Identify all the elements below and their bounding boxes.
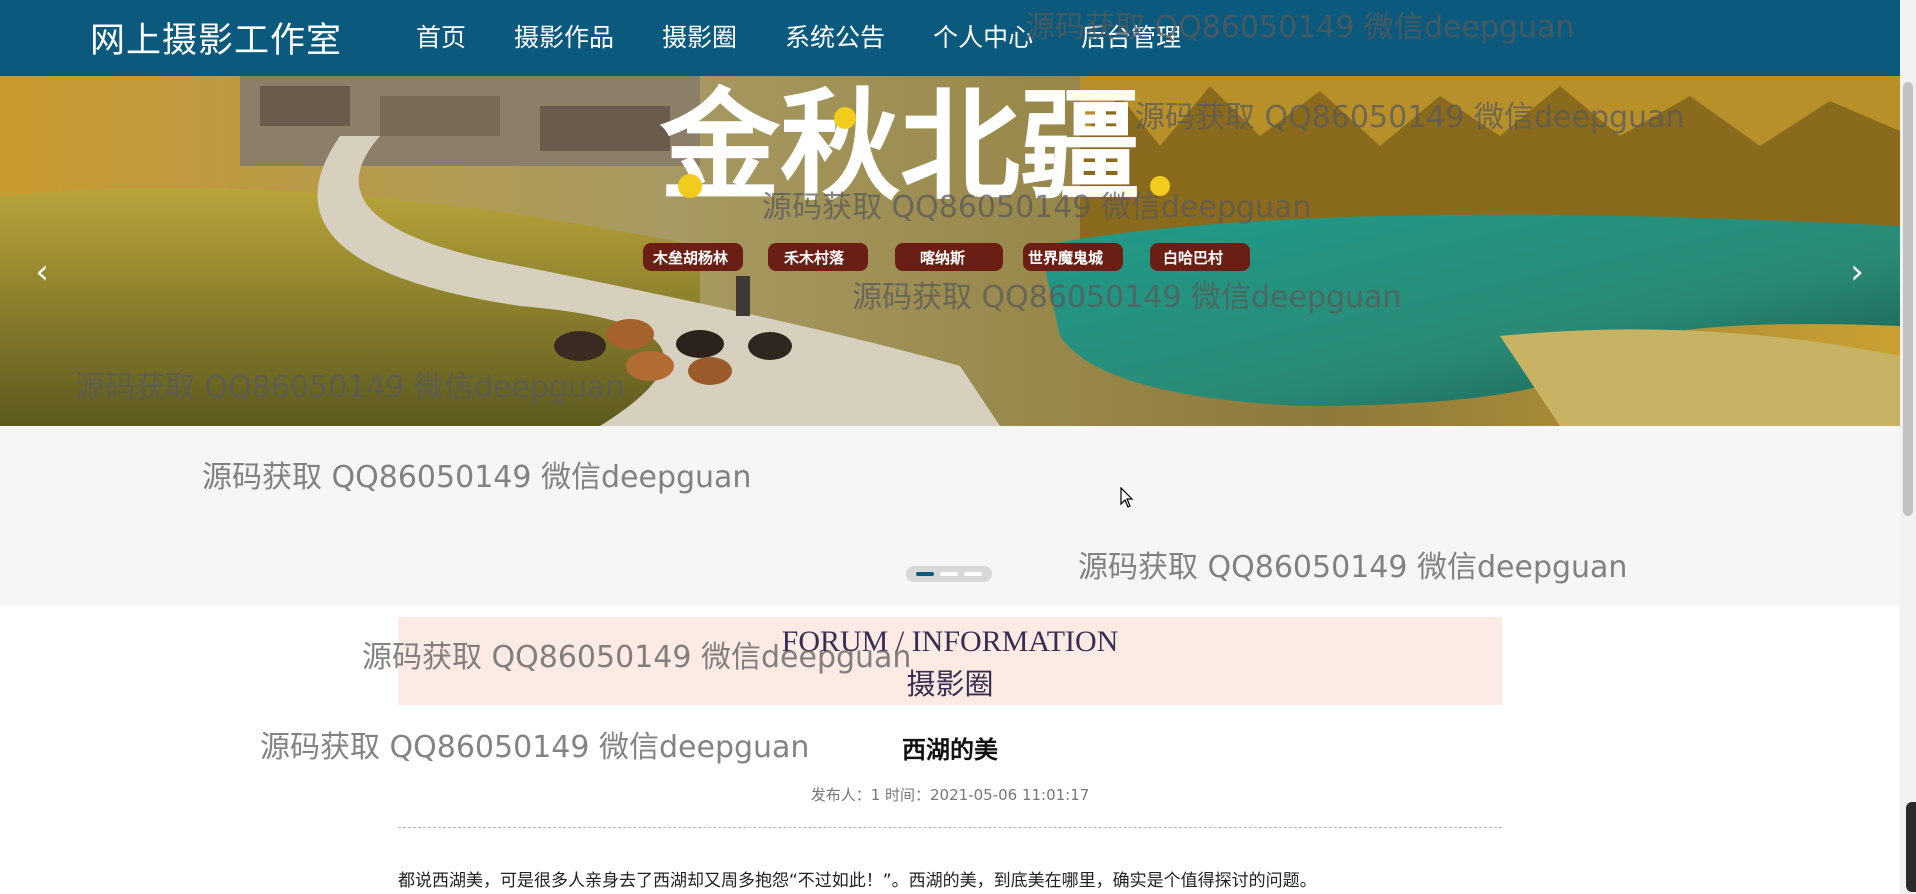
banner-tag: 禾木村落 — [784, 249, 845, 267]
nav-item-circle[interactable]: 摄影圈 — [662, 18, 737, 54]
carousel-indicators — [906, 566, 992, 582]
nav-item-announcements[interactable]: 系统公告 — [785, 18, 885, 54]
post-meta: 发布人：1 时间：2021-05-06 11:01:17 — [810, 786, 1090, 804]
banner-tag: 喀纳斯 — [920, 249, 965, 267]
divider — [398, 827, 1502, 828]
banner-tag: 白哈巴村 — [1163, 249, 1223, 267]
post-title: 西湖的美 — [902, 736, 998, 764]
top-navbar: 网上摄影工作室 首页 摄影作品 摄影圈 系统公告 个人中心 后台管理 — [0, 0, 1900, 76]
nav-item-profile[interactable]: 个人中心 — [933, 18, 1033, 54]
carousel-indicator[interactable] — [940, 572, 958, 576]
chevron-right-icon[interactable]: › — [1845, 252, 1869, 292]
section-title-cn: 摄影圈 — [906, 667, 994, 701]
page-scrollbar[interactable] — [1900, 0, 1916, 894]
chevron-left-icon[interactable]: ‹ — [30, 252, 54, 292]
site-brand[interactable]: 网上摄影工作室 — [90, 12, 342, 63]
main-nav: 首页 摄影作品 摄影圈 系统公告 个人中心 后台管理 — [416, 18, 1229, 54]
banner-tag: 世界魔鬼城 — [1028, 249, 1103, 267]
banner-tag: 木垒胡杨林 — [652, 249, 729, 267]
banner-headline: 金秋北疆 — [659, 78, 1140, 217]
section-header: FORUM / INFORMATION 摄影圈 — [398, 617, 1502, 705]
nav-item-home[interactable]: 首页 — [416, 18, 466, 54]
carousel-indicator[interactable] — [964, 572, 982, 576]
side-float-widget[interactable] — [1906, 802, 1916, 892]
banner-image: 金秋北疆 木垒胡杨林 禾木村落 喀纳斯 世界魔鬼城 白哈巴村 — [0, 76, 1900, 426]
post-body: 都说西湖美，可是很多人亲身去了西湖却又周多抱怨“不过如此！”。西湖的美，到底美在… — [398, 871, 1317, 891]
banner-carousel[interactable]: 金秋北疆 木垒胡杨林 禾木村落 喀纳斯 世界魔鬼城 白哈巴村 ‹ › — [0, 76, 1900, 426]
carousel-indicator[interactable] — [916, 572, 934, 576]
nav-item-works[interactable]: 摄影作品 — [514, 18, 614, 54]
section-title-en: FORUM / INFORMATION — [781, 625, 1119, 658]
scrollbar-thumb[interactable] — [1903, 82, 1913, 516]
mouse-cursor-icon — [1120, 487, 1134, 508]
nav-item-admin[interactable]: 后台管理 — [1081, 18, 1181, 54]
